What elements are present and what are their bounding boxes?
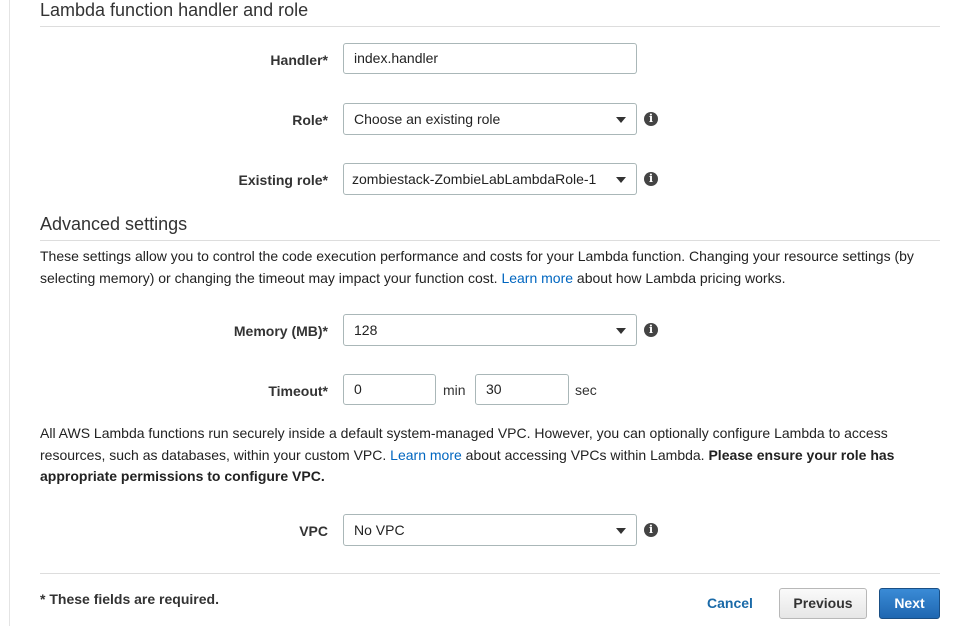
memory-label: Memory (MB)* xyxy=(233,323,328,339)
memory-info-icon[interactable]: i xyxy=(644,323,658,337)
chevron-down-icon xyxy=(616,177,626,183)
section-divider xyxy=(40,240,940,241)
timeout-label: Timeout* xyxy=(268,383,328,399)
advanced-settings-title: Advanced settings xyxy=(40,214,188,234)
existing-role-info-icon[interactable]: i xyxy=(644,172,658,186)
vpc-note-text-mid: about accessing VPCs within Lambda. xyxy=(461,446,709,463)
existing-role-select-value: zombiestack-ZombieLabLambdaRole-1 xyxy=(352,171,597,187)
handler-input[interactable]: index.handler xyxy=(343,43,637,74)
timeout-min-input[interactable]: 0 xyxy=(343,374,436,405)
section-divider xyxy=(40,26,940,27)
timeout-sec-input[interactable]: 30 xyxy=(475,374,569,405)
required-fields-note: * These fields are required. xyxy=(40,591,219,607)
timeout-sec-unit: sec xyxy=(575,382,597,398)
handler-section-title: Lambda function handler and role xyxy=(40,0,309,20)
role-info-icon[interactable]: i xyxy=(644,112,658,126)
memory-select-value: 128 xyxy=(354,322,378,338)
vpc-note: All AWS Lambda functions run securely in… xyxy=(40,423,935,488)
vpc-select-value: No VPC xyxy=(354,522,405,538)
handler-label: Handler* xyxy=(270,52,328,68)
role-select-value: Choose an existing role xyxy=(354,111,501,127)
memory-select[interactable]: 128 xyxy=(343,314,637,346)
role-select[interactable]: Choose an existing role xyxy=(343,103,637,135)
timeout-min-unit: min xyxy=(443,382,466,398)
advanced-settings-description: These settings allow you to control the … xyxy=(40,246,935,289)
next-button[interactable]: Next xyxy=(879,588,940,619)
vpc-label: VPC xyxy=(299,523,328,539)
existing-role-select[interactable]: zombiestack-ZombieLabLambdaRole-1 xyxy=(343,163,637,195)
pricing-learn-more-link[interactable]: Learn more xyxy=(501,270,573,286)
vpc-select[interactable]: No VPC xyxy=(343,514,637,546)
role-label: Role* xyxy=(292,112,328,128)
chevron-down-icon xyxy=(616,528,626,534)
existing-role-label: Existing role* xyxy=(238,172,328,188)
description-text-end: about how Lambda pricing works. xyxy=(573,269,786,286)
previous-button[interactable]: Previous xyxy=(779,588,867,619)
page-left-border xyxy=(9,0,10,626)
vpc-info-icon[interactable]: i xyxy=(644,523,658,537)
vpc-learn-more-link[interactable]: Learn more xyxy=(390,447,462,463)
chevron-down-icon xyxy=(616,328,626,334)
cancel-button[interactable]: Cancel xyxy=(700,588,760,619)
chevron-down-icon xyxy=(616,117,626,123)
footer-divider xyxy=(40,573,940,574)
